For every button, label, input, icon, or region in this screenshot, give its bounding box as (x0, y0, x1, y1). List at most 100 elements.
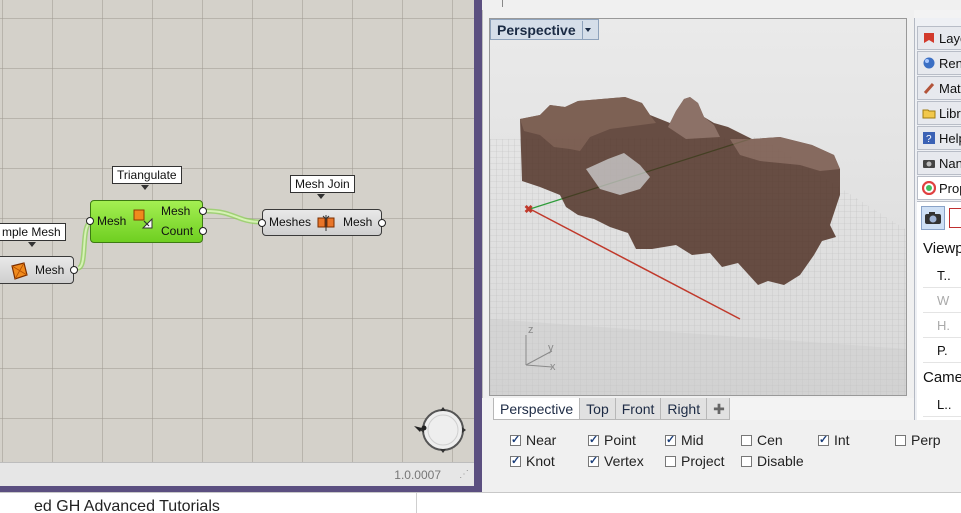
panel-tab-layers-label: Laye (939, 30, 961, 46)
background-divider (416, 493, 417, 513)
panel-tab-named-views[interactable]: Nan (917, 151, 961, 175)
osnap-knot-checkbox[interactable] (510, 454, 521, 467)
osnap-int[interactable]: Int (818, 432, 850, 448)
osnap-cen-checkbox[interactable] (741, 434, 752, 446)
osnap-mid[interactable]: Mid (665, 432, 704, 448)
tab-right[interactable]: Right (660, 398, 708, 420)
triangulate-component[interactable]: Mesh Mesh Count (86, 200, 207, 243)
osnap-disable-label: Disable (757, 453, 804, 469)
osnap-panel: Near Point Mid Cen Int Perp Knot Vertex … (482, 420, 961, 492)
property-height-row[interactable]: H. (923, 314, 961, 338)
osnap-vertex-label: Vertex (604, 453, 644, 469)
version-label: 1.0.0007 (394, 468, 441, 482)
panel-tab-properties[interactable]: Prop (917, 176, 961, 200)
mesh-join-label-pointer (317, 194, 325, 199)
property-width-row[interactable]: W (923, 289, 961, 313)
triangulate-input-port[interactable] (86, 217, 94, 225)
osnap-perp[interactable]: Perp (895, 432, 941, 448)
osnap-near[interactable]: Near (510, 432, 556, 448)
mesh-join-input-port[interactable] (258, 219, 266, 227)
property-projection-row[interactable]: P. (923, 339, 961, 363)
add-viewport-tab-plus-icon[interactable]: ✚ (706, 398, 731, 420)
panel-tab-materials[interactable]: Mat (917, 76, 961, 100)
osnap-cen[interactable]: Cen (741, 432, 783, 448)
mesh-join-output-port[interactable] (378, 219, 386, 227)
origin-marker-icon: ✖ (524, 204, 533, 216)
osnap-project[interactable]: Project (665, 453, 725, 469)
osnap-perp-label: Perp (911, 432, 941, 448)
layers-icon (922, 31, 936, 45)
tab-top[interactable]: Top (579, 398, 616, 420)
osnap-knot-label: Knot (526, 453, 555, 469)
osnap-mid-checkbox[interactable] (665, 433, 676, 446)
viewport-section-header: Viewp (923, 240, 961, 257)
panel-tab-layers[interactable]: Laye (917, 26, 961, 50)
panel-tab-libraries-label: Libra (939, 105, 961, 121)
osnap-int-label: Int (834, 432, 850, 448)
triangulate-label: Triangulate (112, 166, 182, 184)
resize-grip-icon[interactable]: ⋰ (459, 470, 471, 484)
triangulate-label-pointer (141, 185, 149, 190)
grasshopper-window: Triangulate Mesh Mesh Count Mesh Join Me… (0, 0, 482, 492)
grasshopper-statusbar: 1.0.0007 ⋰ (0, 462, 474, 486)
triangulate-output-count: Count (161, 224, 194, 238)
simple-mesh-output-port[interactable] (70, 266, 78, 274)
simple-mesh-label-pointer (28, 242, 36, 247)
osnap-project-checkbox[interactable] (665, 455, 676, 467)
panel-tab-libraries[interactable]: Libra (917, 101, 961, 125)
osnap-near-checkbox[interactable] (510, 433, 521, 446)
svg-text:?: ? (926, 134, 932, 145)
simple-mesh-label: mple Mesh (0, 223, 66, 241)
panel-tab-help[interactable]: ? Help (917, 126, 961, 150)
panel-tab-help-label: Help (939, 130, 961, 146)
osnap-point-label: Point (604, 432, 636, 448)
background-document-text: ed GH Advanced Tutorials (34, 498, 220, 513)
simple-mesh-component[interactable]: Mesh (0, 256, 78, 284)
triangulate-input-mesh: Mesh (97, 214, 127, 228)
camera-section-header: Came (923, 369, 961, 386)
viewport-title[interactable]: Perspective (490, 19, 599, 40)
properties-icon (922, 181, 936, 195)
viewport-menu-chevron-icon[interactable] (581, 20, 592, 39)
osnap-perp-checkbox[interactable] (895, 434, 906, 446)
panel-tab-render[interactable]: Renc (917, 51, 961, 75)
osnap-vertex-checkbox[interactable] (588, 454, 599, 467)
object-properties-icon[interactable] (949, 208, 961, 228)
osnap-knot[interactable]: Knot (510, 453, 555, 469)
triangulate-output-port-mesh[interactable] (199, 207, 207, 215)
perspective-viewport[interactable]: ✖ z y x Perspective (489, 18, 907, 396)
tab-front[interactable]: Front (614, 398, 662, 420)
osnap-vertex[interactable]: Vertex (588, 453, 644, 469)
side-panel: Laye Renc Mat Libra ? Help Nan Prop Viewp… (914, 18, 961, 420)
toolbar-separator (502, 0, 503, 7)
osnap-point[interactable]: Point (588, 432, 636, 448)
help-icon: ? (922, 131, 936, 145)
viewport-properties-camera-icon[interactable] (921, 206, 945, 230)
library-icon (922, 106, 936, 120)
mesh-join-label: Mesh Join (290, 175, 355, 193)
viewport-scene: ✖ z y x (490, 97, 906, 395)
osnap-point-checkbox[interactable] (588, 433, 599, 446)
property-lens-row[interactable]: L.. (923, 393, 961, 417)
canvas-navigation-widget[interactable] (412, 404, 468, 456)
triangulate-output-mesh: Mesh (161, 204, 191, 218)
grasshopper-canvas[interactable]: Triangulate Mesh Mesh Count Mesh Join Me… (0, 0, 474, 462)
gizmo-z-label: z (528, 324, 534, 336)
panel-tab-properties-label: Prop (939, 180, 961, 196)
viewport-title-label: Perspective (497, 21, 576, 38)
osnap-disable-checkbox[interactable] (741, 455, 752, 467)
panel-tab-named-views-label: Nan (939, 155, 961, 171)
panel-tab-materials-label: Mat (939, 80, 961, 96)
app-root: Triangulate Mesh Mesh Count Mesh Join Me… (0, 0, 961, 513)
mesh-join-input-meshes: Meshes (269, 215, 312, 229)
rhino-toolbar-edge (482, 0, 961, 10)
osnap-disable[interactable]: Disable (741, 453, 804, 469)
material-icon (922, 81, 936, 95)
mesh-join-icon (317, 214, 335, 232)
wires-layer (76, 208, 263, 271)
property-title-row[interactable]: T.. (923, 264, 961, 288)
mesh-join-component[interactable]: Meshes Mesh (258, 209, 386, 236)
osnap-int-checkbox[interactable] (818, 433, 829, 446)
tab-perspective[interactable]: Perspective (493, 398, 581, 420)
triangulate-output-port-count[interactable] (199, 227, 207, 235)
